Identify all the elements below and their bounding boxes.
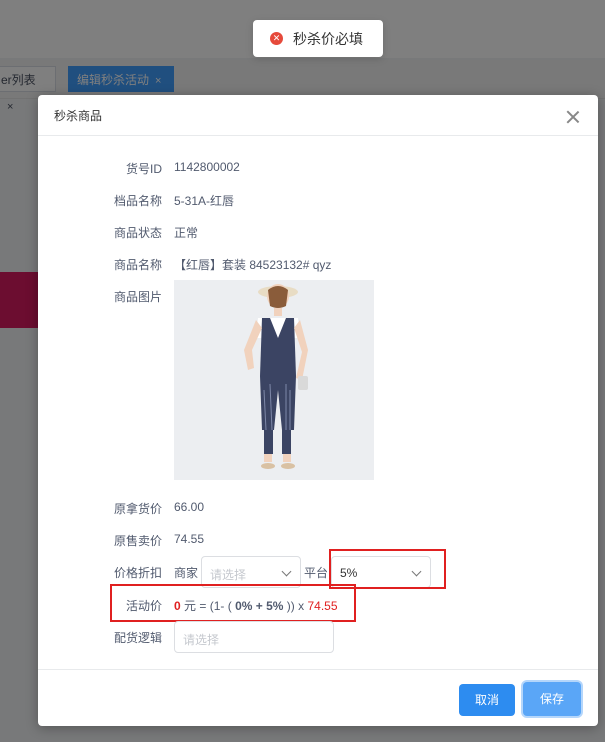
error-circle-icon: ✕ (270, 32, 283, 45)
cancel-button[interactable]: 取消 (459, 684, 515, 716)
select-placeholder: 请选择 (183, 633, 220, 647)
dialog-title: 秒杀商品 (54, 109, 103, 123)
field-status: 商品状态 正常 (38, 221, 598, 241)
field-label: 货号ID (125, 162, 162, 176)
merchant-label: 商家 (174, 566, 199, 580)
field-label: 原拿货价 (113, 502, 162, 516)
chevron-down-icon (281, 566, 292, 577)
close-icon[interactable] (566, 110, 580, 124)
highlight-box (329, 549, 446, 589)
toast-message: 秒杀价必填 (293, 30, 363, 47)
save-button[interactable]: 保存 (523, 682, 581, 716)
select-placeholder: 请选择 (210, 568, 247, 582)
field-label: 商品名称 (113, 258, 162, 272)
field-label: 档品名称 (113, 194, 162, 208)
field-sku-id: 货号ID 1142800002 (38, 157, 598, 177)
field-value: 74.55 (174, 532, 205, 546)
field-value: 正常 (174, 226, 199, 240)
error-toast: ✕ 秒杀价必填 (253, 20, 383, 57)
dialog-footer-divider (38, 669, 598, 670)
field-archive-name: 档品名称 5-31A-红唇 (38, 189, 598, 209)
platform-label: 平台 (304, 566, 329, 580)
field-value: 5-31A-红唇 (174, 194, 235, 208)
field-label: 价格折扣 (113, 566, 162, 580)
field-label: 商品状态 (113, 226, 162, 240)
highlight-box (110, 584, 356, 622)
field-orig-cost: 原拿货价 66.00 (38, 497, 598, 517)
delivery-logic-select[interactable]: 请选择 (174, 621, 334, 653)
field-orig-sale: 原售卖价 74.55 (38, 529, 598, 549)
field-value: 【红唇】套装 84523132# qyz (174, 258, 332, 272)
field-product-name: 商品名称 【红唇】套装 84523132# qyz (38, 253, 598, 273)
dialog-header: 秒杀商品 (38, 95, 598, 136)
seckill-product-dialog: 秒杀商品 货号ID 1142800002 档品名称 5-31A-红唇 商品状态 … (38, 95, 598, 726)
product-photo-illustration (174, 280, 374, 480)
field-value: 66.00 (174, 500, 205, 514)
field-value: 1142800002 (174, 160, 240, 174)
field-discount: 价格折扣 商家 平台 (38, 561, 598, 581)
field-label: 配货逻辑 (113, 631, 162, 645)
field-label: 商品图片 (113, 290, 162, 304)
field-label: 原售卖价 (113, 534, 162, 548)
product-image (174, 280, 374, 480)
